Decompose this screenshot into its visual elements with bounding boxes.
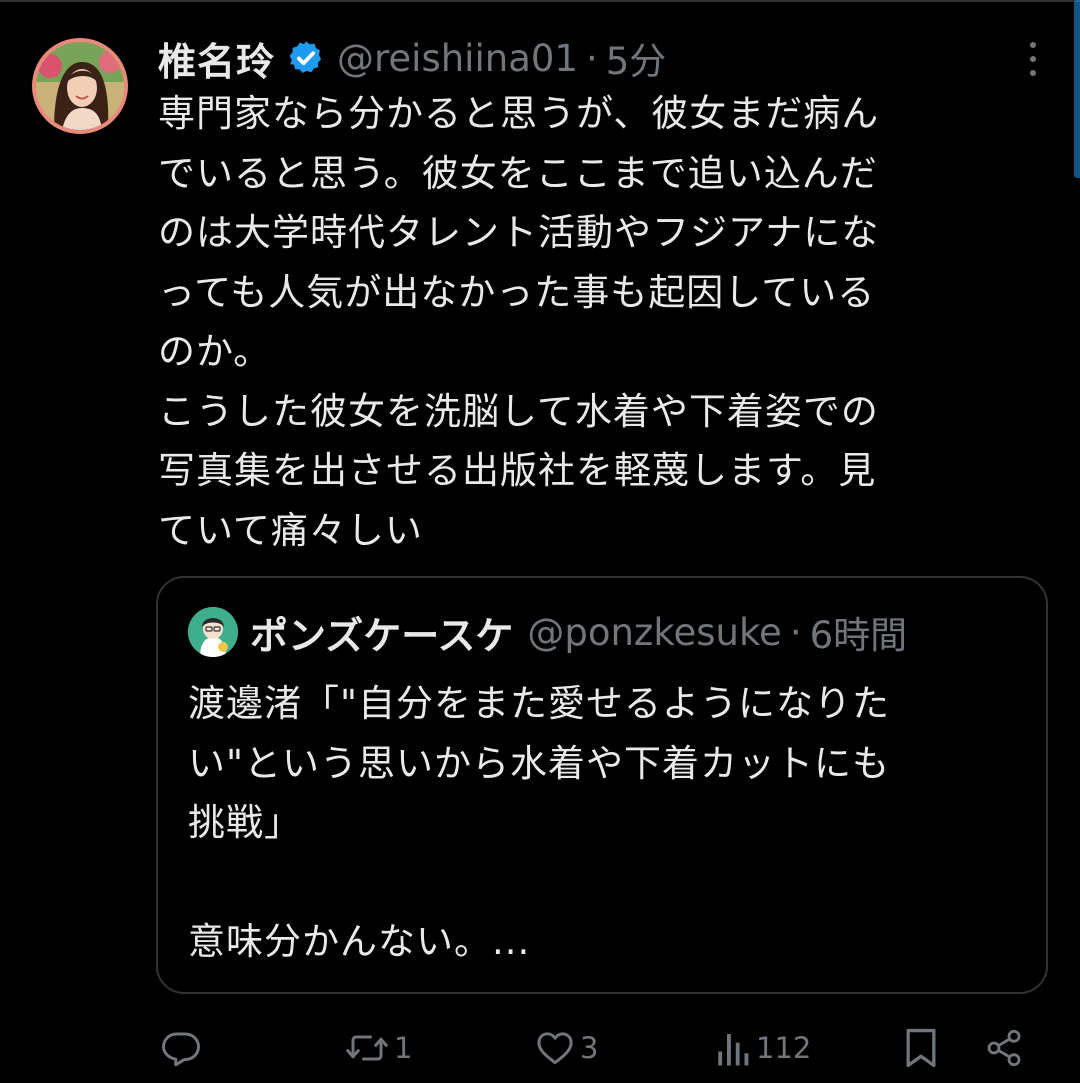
retweet-button[interactable]: 1 bbox=[344, 1022, 412, 1074]
display-name[interactable]: 椎名玲 bbox=[158, 31, 275, 86]
reply-icon bbox=[160, 1027, 202, 1069]
retweet-count: 1 bbox=[394, 1031, 413, 1065]
views-count: 112 bbox=[756, 1031, 812, 1065]
scroll-indicator bbox=[1074, 0, 1080, 178]
handle[interactable]: @reishiina01 bbox=[337, 37, 578, 80]
quote-avatar-image bbox=[188, 607, 238, 657]
quote-timestamp: 6時間 bbox=[809, 614, 908, 657]
quote-display-name: ポンズケースケ bbox=[250, 613, 514, 658]
quote-separator-dot: · bbox=[789, 610, 802, 654]
quote-header: ポンズケースケ @ponzkesuke · 6時間 bbox=[188, 604, 907, 660]
quote-handle: @ponzkesuke bbox=[527, 610, 782, 654]
avatar-image bbox=[36, 42, 124, 130]
action-bar: 1 3 112 bbox=[160, 1022, 1040, 1074]
avatar[interactable] bbox=[32, 38, 128, 134]
views-button[interactable]: 112 bbox=[716, 1022, 811, 1074]
heart-icon bbox=[534, 1027, 576, 1069]
reply-button[interactable] bbox=[160, 1022, 202, 1074]
quote-tweet-card[interactable]: ポンズケースケ @ponzkesuke · 6時間 渡邊渚「"自分をまた愛せるよ… bbox=[156, 576, 1048, 994]
bookmark-icon bbox=[902, 1026, 940, 1070]
more-options-icon[interactable] bbox=[1028, 42, 1038, 76]
bar-chart-icon bbox=[716, 1027, 752, 1069]
verified-badge-icon bbox=[287, 39, 325, 77]
retweet-icon bbox=[344, 1027, 390, 1069]
quote-avatar bbox=[188, 607, 238, 657]
bookmark-button[interactable] bbox=[902, 1022, 940, 1074]
tweet-text: 専門家なら分かると思うが、彼女まだ病ん でいると思う。彼女をここまで追い込んだ … bbox=[158, 92, 880, 552]
tweet-header: 椎名玲 @reishiina01 · 5分 bbox=[158, 28, 666, 88]
timestamp[interactable]: 5分 bbox=[606, 31, 667, 85]
separator-dot: · bbox=[585, 36, 598, 80]
share-button[interactable] bbox=[984, 1022, 1024, 1074]
like-button[interactable]: 3 bbox=[534, 1022, 598, 1074]
top-divider bbox=[0, 0, 1080, 2]
share-icon bbox=[984, 1027, 1024, 1069]
like-count: 3 bbox=[580, 1031, 599, 1065]
quote-text: 渡邊渚「"自分をまた愛せるようになりた い"という思いから水着や下着カットにも … bbox=[188, 682, 891, 963]
